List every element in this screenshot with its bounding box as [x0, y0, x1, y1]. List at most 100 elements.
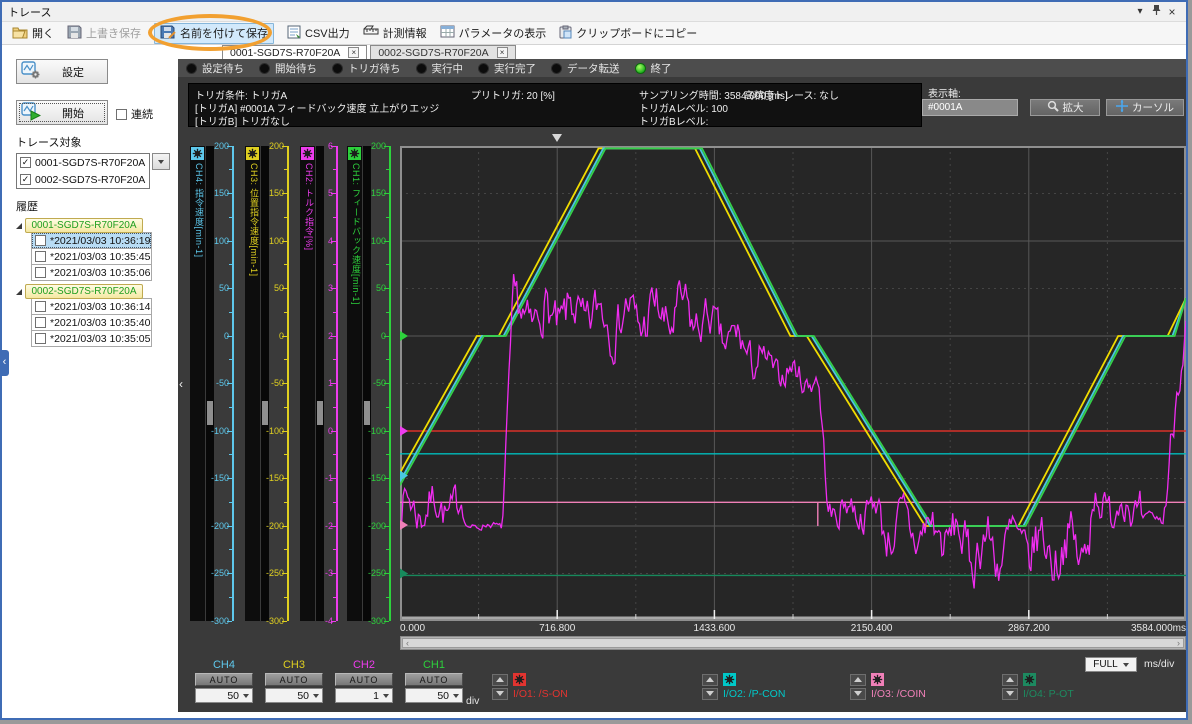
trace-target-checkbox[interactable]: [20, 174, 31, 185]
scroll-right-icon[interactable]: ›: [1177, 638, 1180, 649]
toolbar: 開く 上書き保存 名前を付けて保存 CSV出力 計測情報 パラメータの表示 クリ…: [2, 14, 1186, 51]
status-dot-on: [634, 62, 646, 74]
save-as-icon: [160, 25, 176, 42]
history-item-checkbox[interactable]: [35, 333, 46, 344]
axis-scrollbar[interactable]: [363, 146, 371, 621]
tree-expander-icon[interactable]: [16, 288, 22, 295]
history-group-header[interactable]: 0001-SGD7S-R70F20A: [25, 218, 143, 233]
cursor-button[interactable]: カーソル: [1106, 99, 1184, 116]
auto-scale-button[interactable]: AUTO: [405, 673, 463, 686]
open-button[interactable]: 開く: [12, 25, 54, 42]
axis-scrollbar-thumb[interactable]: [317, 401, 323, 425]
history-item[interactable]: *2021/03/03 10:35:05: [31, 330, 152, 347]
history-item-checkbox[interactable]: [35, 317, 46, 328]
window-menu-icon[interactable]: ▾: [1132, 6, 1148, 17]
io-settings-button[interactable]: [723, 673, 736, 686]
auto-scale-button[interactable]: AUTO: [265, 673, 323, 686]
scroll-left-icon[interactable]: ‹: [406, 638, 409, 649]
csv-icon: [287, 25, 301, 42]
zero-marker-icon[interactable]: [400, 331, 408, 341]
zero-marker-icon[interactable]: [400, 568, 408, 579]
x-tick-label: 0.000: [400, 623, 426, 634]
history-item[interactable]: *2021/03/03 10:36:19: [31, 232, 152, 249]
history-item-checkbox[interactable]: [35, 251, 46, 262]
trigger-b-level: トリガBレベル:: [639, 117, 709, 128]
scrollbar-thumb[interactable]: [402, 638, 1184, 648]
trace-target-item[interactable]: 0001-SGD7S-R70F20A: [17, 154, 149, 171]
io-settings-button[interactable]: [1023, 673, 1036, 686]
axis-settings-button[interactable]: [301, 147, 314, 160]
axis-settings-button[interactable]: [191, 147, 204, 160]
x-tick-label: 1433.600: [693, 623, 736, 634]
io-up-button[interactable]: [850, 673, 866, 686]
sidebar-collapse-icon[interactable]: ‹: [2, 350, 9, 376]
tree-expander-icon[interactable]: [16, 222, 22, 229]
axis-gutter: CH4: 指令速度[min-1] 200150100500-50-100-150…: [188, 141, 400, 625]
time-range-select[interactable]: FULL: [1085, 657, 1137, 672]
trace-target-dropdown-button[interactable]: [152, 153, 170, 170]
auto-scale-button[interactable]: AUTO: [335, 673, 393, 686]
parameters-icon: [440, 25, 455, 41]
panel-collapse-icon[interactable]: ‹: [179, 377, 183, 391]
status-dot: [186, 62, 197, 74]
pin-icon[interactable]: [1148, 4, 1164, 19]
trace-target-checkbox[interactable]: [20, 157, 31, 168]
save-as-button[interactable]: 名前を付けて保存: [154, 22, 274, 44]
trace-settings-button[interactable]: 設定: [16, 59, 108, 84]
horizontal-scrollbar[interactable]: ‹ ›: [400, 636, 1186, 650]
status-dot: [478, 62, 489, 74]
io-settings-button[interactable]: [513, 673, 526, 686]
history-item-label: *2021/03/03 10:35:05: [50, 332, 151, 345]
history-item[interactable]: *2021/03/03 10:35:40: [31, 314, 152, 331]
zero-marker-icon[interactable]: [400, 426, 408, 436]
trace-target-item[interactable]: 0002-SGD7S-R70F20A: [17, 171, 149, 188]
axis-scrollbar[interactable]: [261, 146, 269, 621]
history-item[interactable]: *2021/03/03 10:36:14: [31, 298, 152, 315]
close-icon[interactable]: ×: [1164, 5, 1180, 19]
io-settings-button[interactable]: [871, 673, 884, 686]
trace-start-button[interactable]: 開始: [16, 100, 108, 125]
tab-close-icon[interactable]: ×: [496, 47, 508, 58]
copy-to-clipboard-button[interactable]: クリップボードにコピー: [559, 25, 697, 42]
history-item-checkbox[interactable]: [35, 301, 46, 312]
tab-0001-sgd7s-r70f20a[interactable]: 0001-SGD7S-R70F20A ×: [222, 45, 368, 59]
history-item-checkbox[interactable]: [35, 235, 46, 246]
scale-value-select[interactable]: 50: [405, 688, 463, 703]
io-up-button[interactable]: [1002, 673, 1018, 686]
series-line: [399, 147, 1186, 527]
io-up-button[interactable]: [702, 673, 718, 686]
csv-export-button[interactable]: CSV出力: [287, 25, 350, 42]
zero-marker-icon[interactable]: [400, 520, 408, 530]
auto-scale-button[interactable]: AUTO: [195, 673, 253, 686]
trigger-marker-icon[interactable]: [552, 134, 563, 142]
measure-info-button[interactable]: 計測情報: [363, 25, 427, 41]
axis-settings-button[interactable]: [348, 147, 361, 160]
display-axis-select[interactable]: #0001A: [922, 99, 1018, 116]
tab-close-icon[interactable]: ×: [348, 47, 360, 58]
history-item[interactable]: *2021/03/03 10:35:45: [31, 248, 152, 265]
scale-value-select[interactable]: 50: [265, 688, 323, 703]
axis-scrollbar[interactable]: [206, 146, 214, 621]
continuous-checkbox[interactable]: [116, 108, 127, 120]
axis-scrollbar-thumb[interactable]: [364, 401, 370, 425]
scale-value-select[interactable]: 1: [335, 688, 393, 703]
show-parameters-button[interactable]: パラメータの表示: [440, 25, 546, 41]
io-down-button[interactable]: [702, 687, 718, 700]
io-down-button[interactable]: [492, 687, 508, 700]
save-button[interactable]: 上書き保存: [67, 25, 141, 42]
history-group-header[interactable]: 0002-SGD7S-R70F20A: [25, 284, 143, 299]
axis-scrollbar-thumb[interactable]: [207, 401, 213, 425]
zoom-button[interactable]: 拡大: [1030, 99, 1100, 116]
io-down-button[interactable]: [1002, 687, 1018, 700]
axis-settings-button[interactable]: [246, 147, 259, 160]
scale-value-select[interactable]: 50: [195, 688, 253, 703]
tab-0002-sgd7s-r70f20a[interactable]: 0002-SGD7S-R70F20A ×: [370, 45, 516, 59]
history-item-checkbox[interactable]: [35, 267, 46, 278]
io-down-button[interactable]: [850, 687, 866, 700]
history-item[interactable]: *2021/03/03 10:35:06: [31, 264, 152, 281]
plot-area[interactable]: [399, 146, 1186, 621]
axis-scrollbar[interactable]: [316, 146, 324, 621]
axis-scrollbar-thumb[interactable]: [262, 401, 268, 425]
io-up-button[interactable]: [492, 673, 508, 686]
scale-value: 50: [297, 689, 309, 702]
